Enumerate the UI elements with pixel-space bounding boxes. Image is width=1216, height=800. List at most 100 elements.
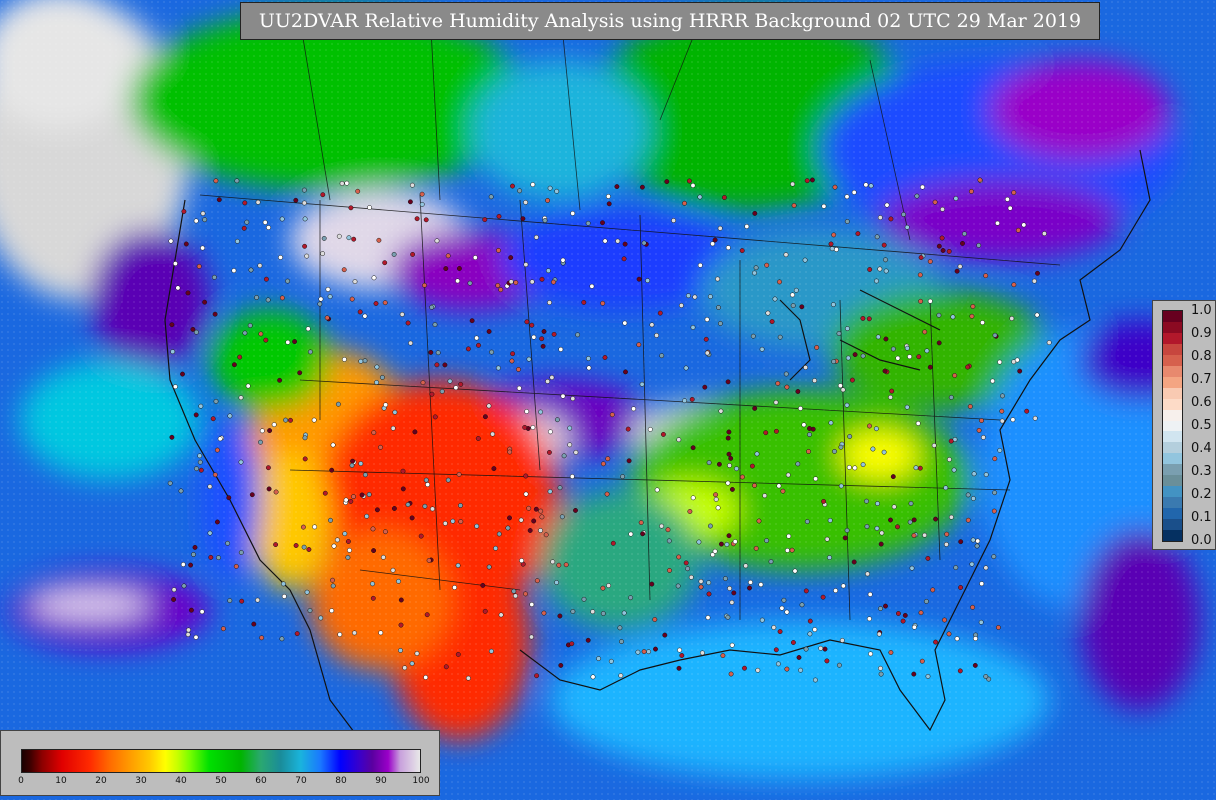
observation-point bbox=[225, 540, 231, 546]
observation-point bbox=[666, 538, 672, 544]
observation-point bbox=[379, 374, 385, 380]
observation-point bbox=[682, 200, 687, 206]
observation-point bbox=[292, 339, 298, 345]
observation-point bbox=[414, 216, 420, 222]
observation-point bbox=[542, 218, 548, 223]
observation-point bbox=[351, 494, 356, 500]
observation-point bbox=[874, 525, 880, 531]
observation-point bbox=[474, 335, 480, 341]
observation-point bbox=[180, 371, 185, 377]
observation-point bbox=[798, 405, 803, 411]
observation-point bbox=[831, 359, 837, 365]
observation-point bbox=[259, 635, 265, 641]
observation-point bbox=[400, 468, 406, 474]
observation-point bbox=[489, 349, 495, 355]
observation-point bbox=[652, 617, 658, 622]
observation-point bbox=[442, 362, 448, 368]
observation-point bbox=[798, 667, 804, 673]
observation-point bbox=[939, 235, 945, 241]
observation-point bbox=[355, 188, 361, 194]
observation-point bbox=[865, 571, 870, 577]
observation-point bbox=[790, 640, 796, 645]
observation-point bbox=[534, 578, 540, 584]
observation-point bbox=[443, 266, 449, 272]
observation-point bbox=[846, 464, 852, 470]
observation-point bbox=[302, 216, 308, 222]
observation-point bbox=[581, 596, 587, 602]
observation-point bbox=[704, 350, 710, 356]
observation-point bbox=[970, 304, 976, 309]
observation-point bbox=[432, 414, 438, 420]
observation-point bbox=[558, 346, 564, 352]
observation-point bbox=[614, 184, 620, 190]
observation-point bbox=[646, 649, 652, 655]
observation-point bbox=[804, 178, 810, 184]
observation-point bbox=[654, 487, 660, 493]
observation-point bbox=[930, 587, 936, 593]
observation-point bbox=[318, 615, 324, 621]
obs-colorbar-swatch bbox=[1163, 398, 1182, 410]
observation-point bbox=[281, 593, 287, 599]
observation-point bbox=[777, 629, 783, 635]
observation-point bbox=[573, 449, 579, 455]
observation-point bbox=[541, 610, 547, 616]
observation-point bbox=[883, 336, 889, 342]
observation-point bbox=[641, 649, 647, 655]
observation-point bbox=[804, 519, 810, 525]
observation-point bbox=[649, 581, 655, 587]
observation-point bbox=[976, 242, 982, 248]
observation-point bbox=[783, 252, 789, 258]
observation-point bbox=[748, 579, 753, 585]
observation-point bbox=[907, 519, 913, 525]
observation-point bbox=[329, 608, 335, 614]
obs-colorbar-swatch bbox=[1163, 332, 1182, 344]
observation-point bbox=[821, 203, 827, 209]
observation-point bbox=[496, 531, 502, 537]
observation-point bbox=[855, 231, 861, 237]
observation-point bbox=[979, 581, 985, 587]
observation-point bbox=[606, 583, 612, 589]
observation-point bbox=[953, 565, 959, 571]
observation-point bbox=[686, 178, 692, 184]
observation-point bbox=[233, 563, 239, 569]
observation-point bbox=[932, 199, 938, 205]
observation-point bbox=[596, 656, 602, 662]
observation-point bbox=[208, 554, 214, 560]
observation-point bbox=[172, 261, 178, 267]
observation-point bbox=[476, 342, 481, 348]
observation-point bbox=[273, 489, 279, 495]
observation-point bbox=[486, 329, 492, 334]
observation-point bbox=[639, 381, 645, 387]
observation-point bbox=[255, 199, 261, 205]
observation-point bbox=[405, 320, 411, 326]
observation-point bbox=[255, 597, 261, 603]
observation-point bbox=[362, 313, 368, 319]
observation-point bbox=[878, 671, 884, 677]
observation-point bbox=[430, 506, 435, 512]
observation-point bbox=[359, 492, 365, 498]
observation-point bbox=[641, 240, 647, 246]
observation-point bbox=[750, 333, 756, 339]
observation-point bbox=[480, 582, 486, 588]
obs-colorbar-swatch bbox=[1163, 475, 1182, 487]
observation-point bbox=[374, 364, 380, 370]
observation-point bbox=[558, 662, 564, 668]
observation-point bbox=[452, 585, 458, 590]
observation-point bbox=[713, 492, 719, 498]
observation-point bbox=[844, 194, 850, 200]
observation-point bbox=[517, 188, 523, 194]
observation-point bbox=[482, 608, 488, 614]
observation-point bbox=[743, 563, 749, 569]
observation-point bbox=[972, 662, 978, 668]
observation-point bbox=[507, 449, 513, 455]
observation-point bbox=[925, 555, 931, 561]
observation-point bbox=[482, 217, 488, 223]
observation-point bbox=[443, 664, 449, 670]
observation-point bbox=[983, 472, 989, 478]
observation-point bbox=[366, 492, 372, 497]
observation-point bbox=[664, 179, 670, 185]
observation-point bbox=[429, 304, 435, 310]
observation-point bbox=[867, 267, 873, 272]
observation-point bbox=[829, 246, 835, 252]
observation-point bbox=[348, 498, 354, 504]
